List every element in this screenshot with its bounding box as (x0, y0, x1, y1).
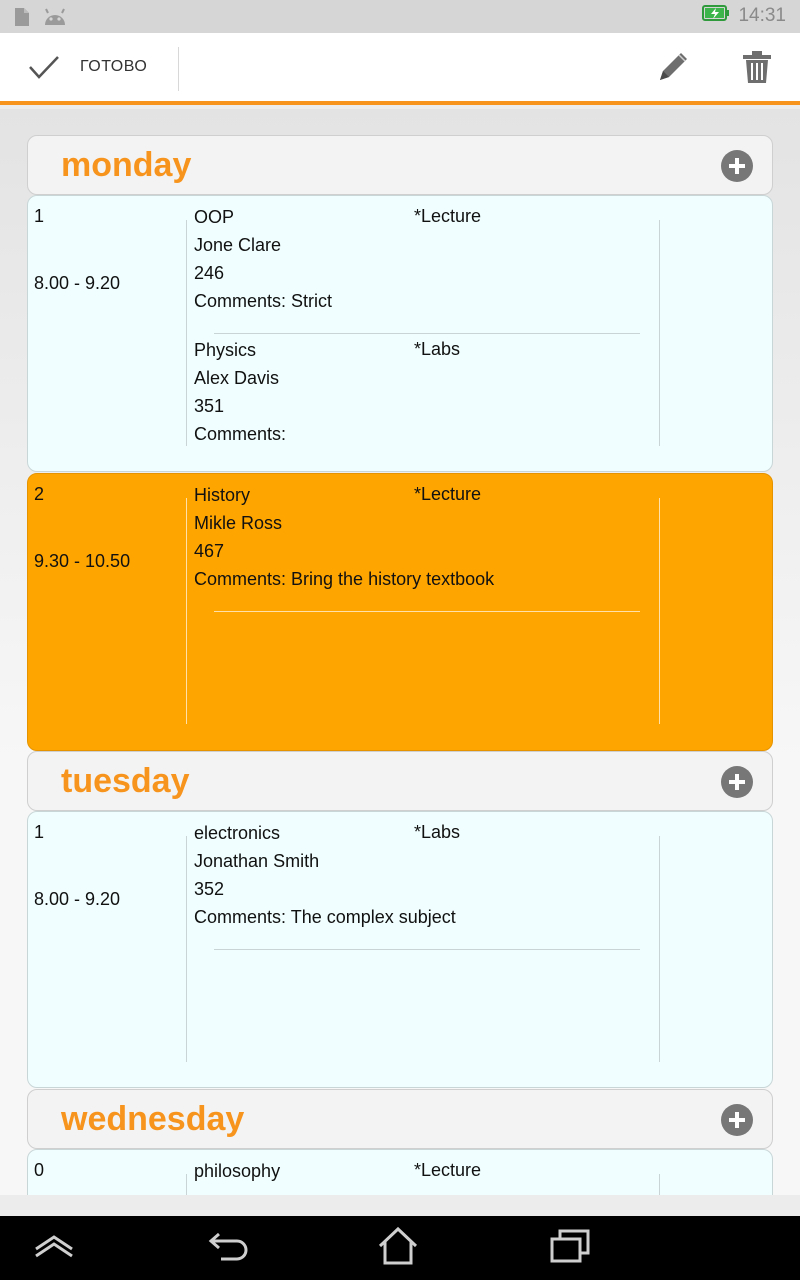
teacher: Jonathan Smith (194, 851, 320, 871)
plus-icon (729, 1112, 745, 1128)
teacher: Jone Clare (194, 235, 282, 255)
lesson-entry[interactable]: History Mikle Ross 467 Comments: Bring t… (194, 484, 654, 596)
column-divider (186, 836, 187, 1062)
day-name: tuesday (61, 762, 190, 800)
lesson-entry[interactable]: OOP Jone Clare 246 Comments: Strict *Lec… (194, 206, 654, 318)
lesson-time: 8.00 - 9.20 (34, 889, 121, 909)
collapse-icon (32, 1231, 76, 1266)
comments: Comments: The complex subject (194, 907, 456, 927)
lesson-card-selected[interactable]: 2 9.30 - 10.50 History Mikle Ross 467 Co… (27, 473, 773, 751)
done-button[interactable]: ГОТОВО (0, 33, 178, 101)
room: 246 (194, 263, 225, 283)
lesson-entry[interactable]: Physics Alex Davis 351 Comments: *Labs (194, 339, 654, 451)
add-lesson-button[interactable] (721, 150, 753, 182)
lesson-number: 1 (34, 206, 45, 226)
column-divider (659, 836, 660, 1062)
add-lesson-button[interactable] (721, 766, 753, 798)
status-bar: 14:31 (0, 0, 800, 33)
lesson-card[interactable]: 1 8.00 - 9.20 OOP Jone Clare 246 Comment… (27, 195, 773, 472)
lesson-number: 0 (34, 1160, 45, 1180)
plus-icon (729, 158, 745, 174)
battery-charging-icon (702, 4, 730, 27)
column-divider (186, 220, 187, 446)
teacher: Mikle Ross (194, 513, 283, 533)
lesson-card[interactable]: 0 philosophy *Lecture (27, 1149, 773, 1195)
navigation-bar (0, 1216, 800, 1280)
back-icon (207, 1228, 251, 1269)
day-name: wednesday (61, 1100, 245, 1138)
add-lesson-button[interactable] (721, 1104, 753, 1136)
comments: Comments: (194, 424, 287, 444)
comments: Comments: Bring the history textbook (194, 569, 495, 589)
clock: 14:31 (738, 4, 786, 26)
home-icon (376, 1226, 420, 1271)
entry-separator (214, 949, 640, 950)
comments: Comments: Strict (194, 291, 333, 311)
trash-icon (741, 49, 773, 90)
schedule-list[interactable]: monday 1 8.00 - 9.20 OOP Jone Clare 246 … (0, 109, 800, 1195)
lesson-number: 2 (34, 484, 45, 504)
collapse-button[interactable] (30, 1228, 78, 1268)
entry-separator (214, 611, 640, 612)
column-divider (186, 498, 187, 724)
done-label: ГОТОВО (80, 58, 148, 75)
teacher: Alex Davis (194, 368, 280, 388)
lesson-type: *Lecture (414, 1160, 482, 1180)
lesson-card[interactable]: 1 8.00 - 9.20 electronics Jonathan Smith… (27, 811, 773, 1088)
lesson-entry[interactable]: philosophy *Lecture (194, 1160, 654, 1188)
plus-icon (729, 774, 745, 790)
lesson-entry[interactable]: electronics Jonathan Smith 352 Comments:… (194, 822, 654, 934)
pencil-icon (654, 48, 692, 91)
lesson-time: 9.30 - 10.50 (34, 551, 131, 571)
recent-apps-icon (548, 1228, 592, 1269)
lesson-type: *Labs (414, 822, 461, 842)
room: 351 (194, 396, 225, 416)
delete-button[interactable] (735, 47, 779, 91)
day-header-monday: monday (27, 135, 773, 195)
home-button[interactable] (374, 1226, 422, 1271)
edit-button[interactable] (651, 47, 695, 91)
column-divider (659, 220, 660, 446)
day-header-wednesday: wednesday (27, 1089, 773, 1149)
lesson-number: 1 (34, 822, 45, 842)
room: 352 (194, 879, 225, 899)
back-button[interactable] (205, 1228, 253, 1268)
day-header-tuesday: tuesday (27, 751, 773, 811)
day-name: monday (61, 146, 192, 184)
room: 467 (194, 541, 225, 561)
lesson-type: *Lecture (414, 206, 482, 226)
check-icon (26, 49, 62, 85)
entry-separator (214, 333, 640, 334)
column-divider (186, 1174, 187, 1195)
action-bar-divider (178, 47, 179, 91)
lesson-type: *Labs (414, 339, 461, 359)
action-bar: ГОТОВО (0, 33, 800, 105)
document-icon (14, 7, 30, 32)
column-divider (659, 1174, 660, 1195)
lesson-type: *Lecture (414, 484, 482, 504)
column-divider (659, 498, 660, 724)
android-icon (42, 7, 68, 32)
lesson-time: 8.00 - 9.20 (34, 273, 121, 293)
recent-apps-button[interactable] (546, 1228, 594, 1268)
